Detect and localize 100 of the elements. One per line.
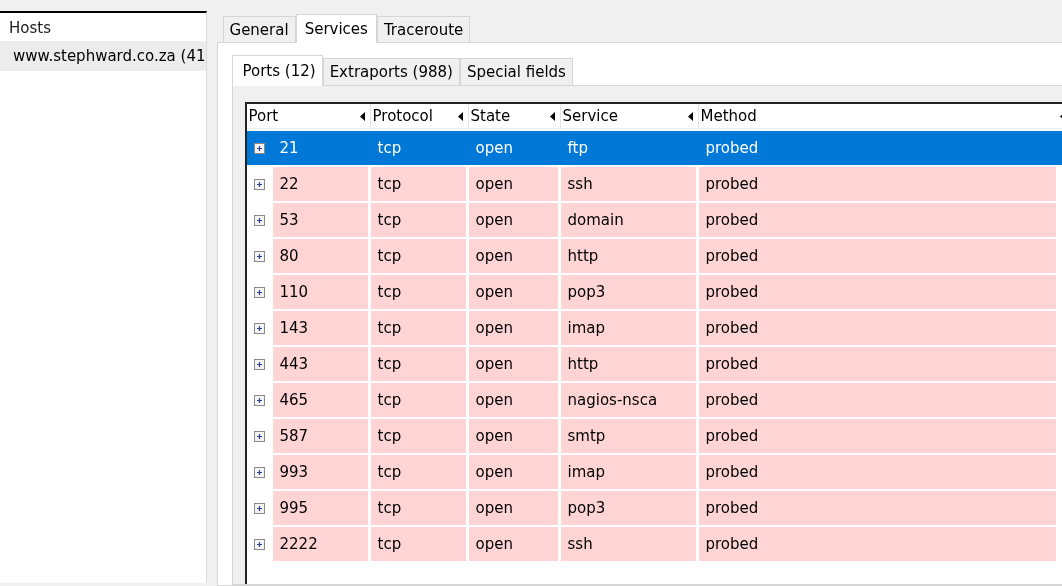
table-cell: probed (698, 491, 1056, 525)
tab[interactable]: Extraports (988) (322, 58, 460, 85)
expand-icon[interactable] (254, 322, 265, 334)
expand-icon[interactable] (254, 214, 265, 226)
table-cell: open (468, 275, 558, 309)
table-row[interactable]: 995 tcp open pop3 probed (246, 491, 1062, 525)
sort-arrow-icon (549, 111, 555, 121)
host-item[interactable]: www.stephward.co.za (41 (0, 41, 206, 71)
table-row[interactable]: 143 tcp open imap probed (246, 311, 1062, 345)
column-header[interactable]: Method (698, 104, 1062, 128)
table-cell: smtp (560, 419, 696, 453)
table-row[interactable]: 465 tcp open nagios-nsca probed (246, 383, 1062, 417)
column-header[interactable]: Service (560, 104, 699, 128)
expand-icon[interactable] (254, 394, 265, 406)
table-cell: 22 (272, 167, 368, 201)
table-cell: open (468, 167, 558, 201)
table-cell: tcp (370, 275, 466, 309)
table-row[interactable]: 110 tcp open pop3 probed (246, 275, 1062, 309)
tab[interactable]: Ports (12) (231, 55, 323, 86)
expand-icon[interactable] (254, 358, 265, 370)
table-cell: probed (698, 167, 1056, 201)
expand-icon[interactable] (254, 430, 265, 442)
table-cell: open (468, 419, 558, 453)
table-cell: open (468, 491, 558, 525)
table-cell: ssh (560, 167, 696, 201)
table-cell: tcp (370, 383, 466, 417)
table-cell: probed (698, 455, 1056, 489)
sort-arrow-icon (687, 111, 693, 121)
column-header-label: Protocol (372, 107, 433, 125)
table-cell: 53 (272, 203, 368, 237)
column-header[interactable]: Port (246, 104, 371, 128)
table-cell: ssh (560, 527, 696, 561)
table-cell: open (468, 383, 558, 417)
table-cell: tcp (370, 455, 466, 489)
table-cell: tcp (370, 419, 466, 453)
column-header-label: State (470, 107, 511, 125)
table-row[interactable]: 587 tcp open smtp probed (246, 419, 1062, 453)
table-cell: pop3 (560, 275, 696, 309)
expand-icon[interactable] (254, 250, 265, 262)
table-cell: 465 (272, 383, 368, 417)
table-cell: 443 (272, 347, 368, 381)
table-cell: probed (698, 239, 1056, 273)
table-cell: tcp (370, 167, 466, 201)
expand-icon[interactable] (254, 538, 265, 550)
column-header[interactable]: State (468, 104, 561, 128)
table-row[interactable]: 443 tcp open http probed (246, 347, 1062, 381)
table-row[interactable]: 2222 tcp open ssh probed (246, 527, 1062, 561)
table-cell: tcp (370, 347, 466, 381)
table-cell: 143 (272, 311, 368, 345)
table-row[interactable]: 80 tcp open http probed (246, 239, 1062, 273)
table-cell: open (468, 347, 558, 381)
column-header-label: Service (562, 107, 618, 125)
table-cell: 110 (272, 275, 368, 309)
tab[interactable]: Traceroute (376, 16, 471, 42)
table-cell: tcp (370, 527, 466, 561)
sort-arrow-icon (359, 111, 365, 121)
table-row[interactable]: 53 tcp open domain probed (246, 203, 1062, 237)
table-row[interactable]: 993 tcp open imap probed (246, 455, 1062, 489)
table-cell-text: ftp (566, 138, 589, 159)
expand-icon[interactable] (254, 178, 265, 190)
table-cell: tcp (370, 203, 466, 237)
table-cell-text: tcp (376, 138, 403, 159)
table-cell: probed (698, 383, 1056, 417)
table-cell: probed (698, 527, 1056, 561)
table-cell-text: open (474, 138, 514, 159)
tab[interactable]: General (222, 16, 296, 42)
table-cell: nagios-nsca (560, 383, 696, 417)
sort-arrow-icon (457, 111, 463, 121)
table-cell: 80 (272, 239, 368, 273)
tab[interactable]: Special fields (459, 58, 573, 85)
table-cell-text: 21 (278, 138, 300, 159)
table-row[interactable]: 22 tcp open ssh probed (246, 167, 1062, 201)
table-cell: open (468, 527, 558, 561)
table-cell: 587 (272, 419, 368, 453)
table-cell-text: probed (704, 138, 760, 159)
tab[interactable]: Services (295, 14, 377, 43)
table-cell: probed (698, 311, 1056, 345)
table-cell: 993 (272, 455, 368, 489)
table-cell: open (468, 311, 558, 345)
table-cell: open (468, 239, 558, 273)
expand-icon[interactable] (254, 286, 265, 298)
table-cell: probed (698, 419, 1056, 453)
table-cell: 995 (272, 491, 368, 525)
table-cell: imap (560, 455, 696, 489)
table-cell: http (560, 347, 696, 381)
table-row[interactable]: 21 tcp open ftp probed (246, 131, 1062, 165)
table-cell: tcp (370, 239, 466, 273)
expand-icon[interactable] (254, 466, 265, 478)
table-cell: open (468, 455, 558, 489)
column-header-label: Port (248, 107, 279, 125)
column-header: Hosts (8, 18, 52, 39)
table-cell: pop3 (560, 491, 696, 525)
column-header-label: Method (700, 107, 757, 125)
table-cell: tcp (370, 491, 466, 525)
expand-icon[interactable] (254, 502, 265, 514)
table-cell: domain (560, 203, 696, 237)
column-header[interactable]: Protocol (370, 104, 469, 128)
table-cell: probed (698, 275, 1056, 309)
table-cell: open (468, 203, 558, 237)
expand-icon[interactable] (254, 142, 265, 154)
